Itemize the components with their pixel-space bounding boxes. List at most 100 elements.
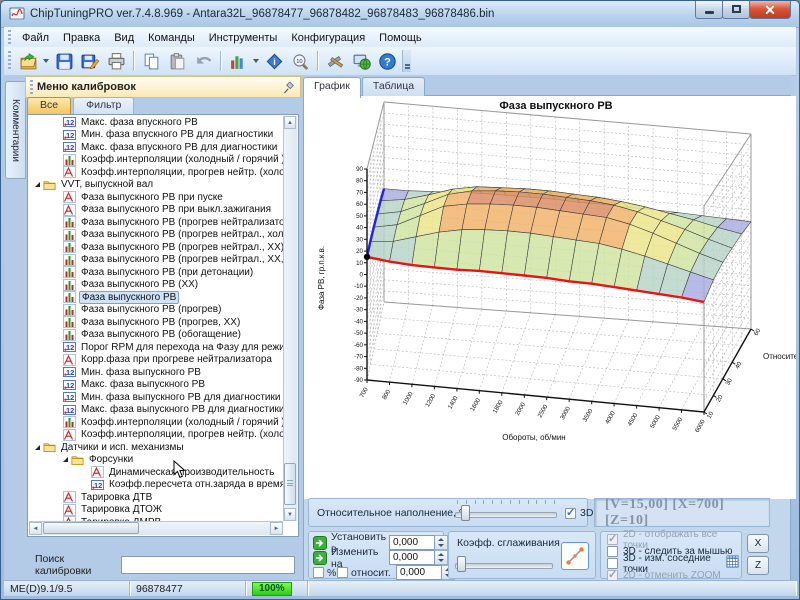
tree-item-label[interactable]: Коэфф.интерполяции (холодный / горячий ) xyxy=(79,417,283,428)
print-button[interactable] xyxy=(104,49,128,73)
minimize-button[interactable] xyxy=(695,1,723,19)
tree-item-label[interactable]: Датчики и исп. механизмы xyxy=(59,442,186,453)
menu-файл[interactable]: Файл xyxy=(15,29,56,47)
option-checkbox[interactable] xyxy=(607,546,618,557)
tree-item[interactable]: Фаза выпускного РВ при пуске xyxy=(29,191,283,204)
open-dropdown-arrow[interactable] xyxy=(43,59,49,63)
apply-change-icon[interactable] xyxy=(313,551,327,565)
tree-item-label[interactable]: Макс. фаза выпускного РВ xyxy=(79,379,207,390)
tree-item[interactable]: Коэфф.интерполяции, прогрев нейтр. (холо… xyxy=(29,166,283,179)
tree-item[interactable]: Фаза выпускного РВ (прогрев, ХХ) xyxy=(29,316,283,329)
save-button[interactable] xyxy=(52,49,76,73)
pin-icon[interactable] xyxy=(283,81,295,93)
search-input[interactable] xyxy=(121,556,295,574)
tree-item-label[interactable]: Коэфф.пересчета отн.заряда в время впрыс… xyxy=(107,479,283,490)
tree-item-label[interactable]: Макс. фаза выпускного РВ для диагностики xyxy=(79,404,283,415)
undo-button[interactable] xyxy=(191,49,215,73)
tree-item-label[interactable]: Фаза выпускного РВ (прогрев нейтрал., ХХ… xyxy=(79,254,283,265)
info-button[interactable]: i xyxy=(262,49,286,73)
smoothing-slider-thumb[interactable] xyxy=(457,556,466,572)
tree-item[interactable]: Фаза выпускного РВ при выкл.зажигания xyxy=(29,204,283,217)
tree-item[interactable]: Коэфф.интерполяции, прогрев нейтр. (холо… xyxy=(29,429,283,442)
fill-slider-thumb[interactable] xyxy=(461,505,470,521)
fill-slider[interactable] xyxy=(455,504,557,522)
tree-item[interactable]: 12Коэфф.пересчета отн.заряда в время впр… xyxy=(29,479,283,492)
tree-item[interactable]: Тарировка ДТВ xyxy=(29,491,283,504)
tree-item-label[interactable]: Тарировка ДТОЖ xyxy=(79,504,164,515)
tree-item[interactable]: Фаза выпускного РВ (прогрев нейтрализато… xyxy=(29,216,283,229)
tree-item[interactable]: Тарировка ДТОЖ xyxy=(29,504,283,517)
save-as-button[interactable] xyxy=(78,49,102,73)
tree-item-label[interactable]: Мин. фаза впускного РВ для диагностики xyxy=(79,129,275,140)
tree-folder[interactable]: Форсунки xyxy=(29,454,283,467)
tree-item[interactable]: 12Макс. фаза выпускного РВ для диагности… xyxy=(29,404,283,417)
toolbar-overflow-button[interactable] xyxy=(402,50,411,72)
tree-item-label[interactable]: Фаза выпускного РВ при выкл.зажигания xyxy=(79,204,273,215)
tree-item[interactable]: Коэфф.интерполяции (холодный / горячий ) xyxy=(29,416,283,429)
tree-item-label[interactable]: Тарировка ДТВ xyxy=(79,492,154,503)
tree-folder[interactable]: VVT, выпускной вал xyxy=(29,179,283,192)
help-button[interactable]: ? xyxy=(375,49,399,73)
3d-view-checkbox[interactable] xyxy=(565,508,576,519)
tree-item[interactable]: 12Макс. фаза впускного РВ для диагностик… xyxy=(29,141,283,154)
tools-button[interactable] xyxy=(323,49,347,73)
compare-dropdown-arrow[interactable] xyxy=(253,59,259,63)
tree-item-label[interactable]: Коэфф.интерполяции, прогрев нейтр. (холо… xyxy=(79,429,283,440)
tree-item-label[interactable]: Фаза выпускного РВ (прогрев нейтрализато… xyxy=(79,217,283,228)
tree-item[interactable]: Коэфф.интерполяции (холодный / горячий ) xyxy=(29,154,283,167)
tree-item-label[interactable]: Макс. фаза впускного РВ xyxy=(79,117,200,128)
menu-конфигурация[interactable]: Конфигурация xyxy=(284,29,372,47)
tree-horizontal-scrollbar[interactable]: ◄ ► xyxy=(29,521,283,535)
tree-item[interactable]: 12Макс. фаза впускного РВ xyxy=(29,116,283,129)
tree-item[interactable]: Фаза выпускного РВ (прогрев) xyxy=(29,304,283,317)
tree-item-label[interactable]: Корр.фаза при прогреве нейтрализатора xyxy=(79,354,274,365)
tree-item-label[interactable]: Фаза выпускного РВ при пуске xyxy=(79,192,225,203)
tree-item[interactable]: Фаза выпускного РВ xyxy=(29,291,283,304)
expand-triangle-icon[interactable] xyxy=(63,457,68,462)
tree-item-label[interactable]: Форсунки xyxy=(87,454,135,465)
x-axis-button[interactable]: X xyxy=(747,534,769,553)
copy-button[interactable] xyxy=(139,49,163,73)
tree-item[interactable]: 12Порог RPM для перехода на Фазу для реж… xyxy=(29,341,283,354)
tree-item-label[interactable]: Фаза выпускного РВ (при детонации) xyxy=(79,267,255,278)
tree-item[interactable]: Фаза выпускного РВ (обогащение) xyxy=(29,329,283,342)
tree-item-label[interactable]: Мин. фаза выпускного РВ xyxy=(79,367,203,378)
menu-правка[interactable]: Правка xyxy=(56,29,107,47)
scroll-down-arrow[interactable]: ▼ xyxy=(284,508,296,521)
expand-triangle-icon[interactable] xyxy=(35,182,40,187)
tab-фильтр[interactable]: Фильтр xyxy=(73,97,134,114)
scroll-up-arrow[interactable]: ▲ xyxy=(284,116,296,129)
tree-item[interactable]: Корр.фаза при прогреве нейтрализатора xyxy=(29,354,283,367)
tree-item[interactable]: Фаза выпускного РВ (прогрев нейтрал., ХХ… xyxy=(29,241,283,254)
scroll-right-arrow[interactable]: ► xyxy=(270,522,283,535)
edit-curve-button[interactable] xyxy=(561,542,589,570)
tree-item-label[interactable]: Фаза выпускного РВ (обогащение) xyxy=(79,329,243,340)
maximize-button[interactable] xyxy=(722,1,750,19)
grid-icon[interactable] xyxy=(721,555,739,573)
tree-item[interactable]: Динамическая производительность xyxy=(29,466,283,479)
tree-item[interactable]: Фаза выпускного РВ (при детонации) xyxy=(29,266,283,279)
tree-hscroll-thumb[interactable] xyxy=(43,522,139,534)
menu-вид[interactable]: Вид xyxy=(107,29,141,47)
tree-item-label[interactable]: Фаза выпускного РВ (ХХ) xyxy=(79,279,200,290)
tree-item-label[interactable]: Коэфф.интерполяции (холодный / горячий ) xyxy=(79,154,283,165)
tree-item[interactable]: Фаза выпускного РВ (ХХ) xyxy=(29,279,283,292)
menu-помощь[interactable]: Помощь xyxy=(372,29,429,47)
tree-scroll-thumb[interactable] xyxy=(284,463,296,505)
network-button[interactable] xyxy=(349,49,373,73)
tree-item[interactable]: Фаза выпускного РВ (прогрев нейтрал., хо… xyxy=(29,229,283,242)
menu-команды[interactable]: Команды xyxy=(141,29,202,47)
expand-triangle-icon[interactable] xyxy=(35,445,40,450)
surface-chart[interactable]: -90-80-70-60-50-40-30-20-100102030405060… xyxy=(304,96,796,499)
tab-все[interactable]: Все xyxy=(27,97,71,114)
comments-side-tab[interactable]: Комментарии xyxy=(5,81,26,179)
tree-item[interactable]: 12Мин. фаза выпускного РВ для диагностик… xyxy=(29,391,283,404)
apply-set-icon[interactable] xyxy=(313,536,327,550)
tree-item-label[interactable]: Динамическая производительность xyxy=(107,467,276,478)
close-button[interactable] xyxy=(749,1,791,19)
change-by-spinner[interactable]: 0,000 xyxy=(389,550,448,565)
scroll-left-arrow[interactable]: ◄ xyxy=(29,522,42,535)
open-button[interactable] xyxy=(16,49,40,73)
tree-item-label[interactable]: Порог RPM для перехода на Фазу для режим… xyxy=(79,342,283,353)
percent-checkbox[interactable] xyxy=(313,567,324,578)
